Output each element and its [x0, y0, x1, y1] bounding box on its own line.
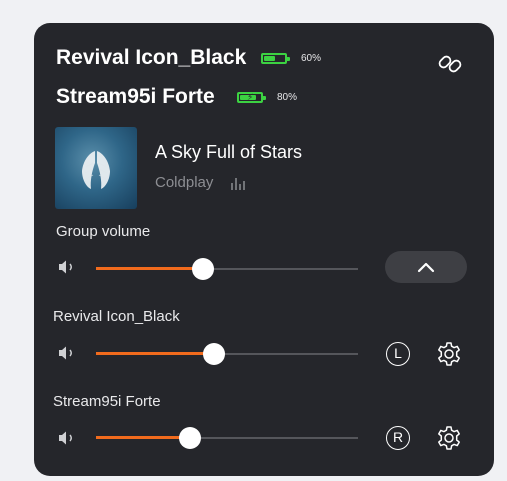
speaker-volume-slider[interactable] — [96, 427, 358, 449]
speaker-name: Stream95i Forte — [53, 393, 161, 410]
group-volume-label: Group volume — [56, 223, 151, 240]
gear-icon[interactable] — [436, 425, 462, 451]
device-name: Stream95i Forte — [56, 85, 215, 108]
slider-thumb[interactable] — [179, 427, 202, 449]
slider-thumb[interactable] — [192, 258, 215, 280]
battery-fill — [264, 56, 276, 61]
battery-charging-icon: ⚡ — [237, 92, 266, 103]
gear-icon[interactable] — [436, 341, 462, 367]
collapse-button[interactable] — [385, 251, 467, 283]
slider-fill — [96, 267, 204, 270]
equalizer-icon — [230, 175, 246, 191]
track-artist: Coldplay — [155, 174, 214, 191]
speaker-icon — [58, 259, 78, 275]
battery-percent: 60% — [301, 53, 322, 64]
chevron-up-icon — [417, 262, 435, 273]
slider-fill — [96, 352, 214, 355]
battery-percent: 80% — [277, 92, 298, 103]
link-icon[interactable] — [436, 49, 466, 79]
speaker-icon — [58, 345, 78, 361]
slider-fill — [96, 436, 191, 439]
speaker-icon — [58, 430, 78, 446]
slider-thumb[interactable] — [202, 343, 225, 365]
group-volume-slider[interactable] — [96, 258, 358, 280]
device-name: Revival Icon_Black — [56, 46, 247, 69]
speaker-name: Revival Icon_Black — [53, 308, 180, 325]
speaker-volume-slider[interactable] — [96, 343, 358, 365]
battery-icon — [261, 53, 290, 64]
track-title: A Sky Full of Stars — [155, 142, 303, 162]
channel-left-badge[interactable]: L — [386, 342, 410, 366]
album-art — [55, 127, 137, 209]
channel-right-badge[interactable]: R — [386, 426, 410, 450]
group-control-panel: Revival Icon_Black 60% Stream95i Forte ⚡… — [34, 23, 494, 476]
